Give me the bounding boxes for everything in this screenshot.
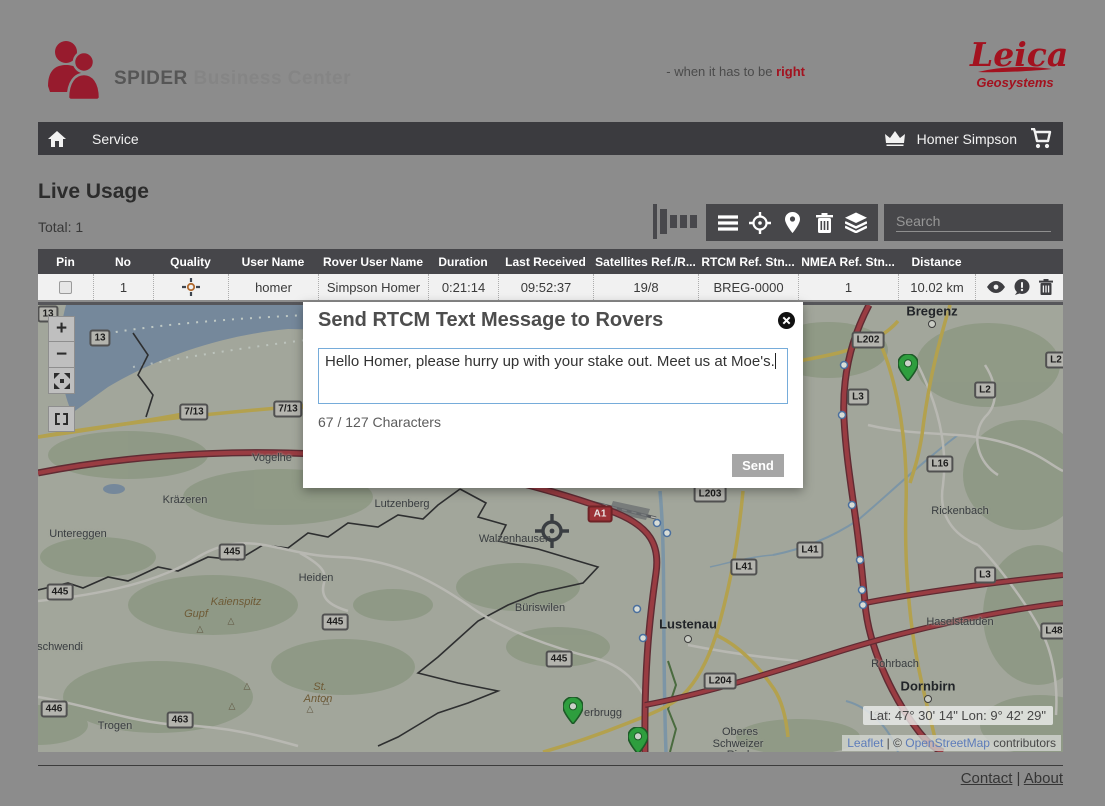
distance-cell: 10.02 km <box>898 274 975 300</box>
main-nav: Service Homer Simpson <box>38 122 1063 155</box>
col-rover-user-name[interactable]: Rover User Name <box>318 249 428 274</box>
zoom-out-button[interactable]: − <box>48 342 75 368</box>
trash-icon[interactable] <box>1039 279 1053 295</box>
table-header-row: Pin No Quality User Name Rover User Name… <box>38 249 1063 274</box>
pin-checkbox[interactable] <box>59 281 72 294</box>
send-button[interactable]: Send <box>732 454 784 477</box>
eye-icon[interactable] <box>987 281 1005 293</box>
page-title: Live Usage <box>38 180 149 204</box>
col-rtcm-ref[interactable]: RTCM Ref. Stn... <box>698 249 798 274</box>
footer-links: Contact | About <box>961 770 1063 787</box>
col-last-received[interactable]: Last Received <box>498 249 593 274</box>
map-pin-icon[interactable] <box>781 212 803 234</box>
rover-marker-icon[interactable] <box>898 354 918 381</box>
shopping-cart-icon[interactable] <box>1029 128 1053 149</box>
send-rtcm-dialog: Send RTCM Text Message to Rovers Hello H… <box>303 302 803 488</box>
text-caret <box>775 353 776 369</box>
target-icon[interactable] <box>749 212 771 234</box>
col-no[interactable]: No <box>93 249 153 274</box>
dialog-title: Send RTCM Text Message to Rovers <box>318 309 663 332</box>
nmea-ref-cell: 1 <box>798 274 898 300</box>
reference-station-icon[interactable] <box>535 514 569 548</box>
no-cell: 1 <box>93 274 153 300</box>
zoom-controls: + − <box>48 316 75 394</box>
app-header: SPIDER Business Center - when it has to … <box>0 0 1105 120</box>
pin-cell <box>38 274 93 300</box>
live-usage-table: Pin No Quality User Name Rover User Name… <box>38 249 1063 300</box>
leaflet-link[interactable]: Leaflet <box>847 736 883 750</box>
actions-cell <box>975 274 1063 300</box>
bar-chart-icon[interactable] <box>653 202 697 240</box>
map-toolbar <box>706 204 878 241</box>
col-user-name[interactable]: User Name <box>228 249 318 274</box>
col-duration[interactable]: Duration <box>428 249 498 274</box>
leica-logo: Leica Geosystems <box>970 38 1060 90</box>
col-pin[interactable]: Pin <box>38 249 93 274</box>
rover-marker-icon[interactable] <box>563 697 583 724</box>
col-quality[interactable]: Quality <box>153 249 228 274</box>
footer-divider <box>38 765 1063 766</box>
table-row: 1 homer Simpson Homer 0:21:14 09:52:37 1… <box>38 274 1063 300</box>
message-exclamation-icon[interactable] <box>1014 279 1030 295</box>
quality-cell <box>153 274 228 300</box>
crown-icon <box>885 131 905 146</box>
box-zoom-icon <box>55 413 68 425</box>
rover-marker-icon[interactable] <box>628 727 648 752</box>
osm-link[interactable]: OpenStreetMap <box>905 736 990 750</box>
message-textarea[interactable]: Hello Homer, please hurry up with your s… <box>318 348 788 404</box>
nav-item-service[interactable]: Service <box>92 131 139 147</box>
app-title: SPIDER Business Center <box>114 68 351 90</box>
total-count: Total: 1 <box>38 219 83 235</box>
fullscreen-icon <box>54 373 70 389</box>
spider-people-logo-icon <box>44 40 104 102</box>
zoom-in-button[interactable]: + <box>48 316 75 342</box>
satellites-cell: 19/8 <box>593 274 698 300</box>
layers-icon[interactable] <box>845 212 867 234</box>
rover-user-name-cell: Simpson Homer <box>318 274 428 300</box>
user-name-cell: homer <box>228 274 318 300</box>
col-satellites[interactable]: Satellites Ref./R... <box>593 249 698 274</box>
box-zoom-button[interactable] <box>48 406 75 432</box>
fullscreen-button[interactable] <box>48 368 75 394</box>
menu-icon[interactable] <box>717 212 739 234</box>
map-attribution: Leaflet | © OpenStreetMap contributors <box>842 735 1061 751</box>
col-actions <box>975 249 1063 274</box>
duration-cell: 0:21:14 <box>428 274 498 300</box>
gps-fix-icon <box>180 278 202 296</box>
about-link[interactable]: About <box>1024 770 1063 787</box>
search-box <box>884 204 1063 241</box>
close-icon[interactable] <box>778 312 795 329</box>
contact-link[interactable]: Contact <box>961 770 1013 787</box>
col-nmea-ref[interactable]: NMEA Ref. Stn... <box>798 249 898 274</box>
search-input[interactable] <box>896 210 1051 232</box>
leica-tagline: - when it has to be right <box>666 64 805 79</box>
mouse-position-readout: Lat: 47° 30' 14" Lon: 9° 42' 29" <box>863 706 1053 725</box>
home-icon[interactable] <box>48 131 66 147</box>
rtcm-ref-cell: BREG-0000 <box>698 274 798 300</box>
last-received-cell: 09:52:37 <box>498 274 593 300</box>
col-distance[interactable]: Distance <box>898 249 975 274</box>
character-counter: 67 / 127 Characters <box>318 414 441 430</box>
logged-in-user[interactable]: Homer Simpson <box>917 131 1017 147</box>
trash-icon[interactable] <box>813 212 835 234</box>
